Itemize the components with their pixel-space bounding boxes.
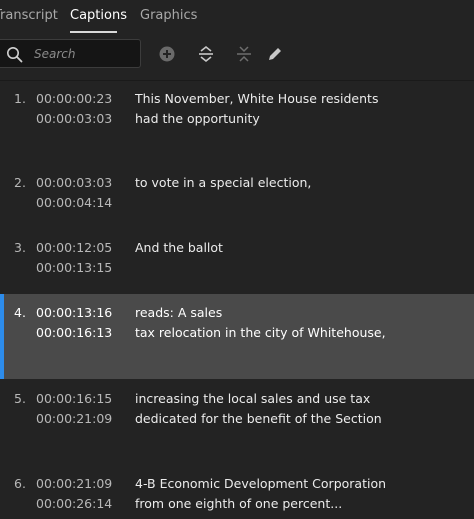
caption-row[interactable]: 2. 00:00:03:03 00:00:04:14 to vote in a … xyxy=(0,173,474,217)
merge-icon[interactable] xyxy=(234,44,254,64)
caption-number: 1. xyxy=(14,91,26,106)
caption-end-time: 00:00:26:14 xyxy=(36,496,113,511)
captions-toolbar xyxy=(0,34,474,81)
caption-end-time: 00:00:21:09 xyxy=(36,411,113,426)
split-icon[interactable] xyxy=(196,44,216,64)
caption-row[interactable]: 6. 00:00:21:09 00:00:26:14 4-B Economic … xyxy=(0,474,474,518)
captions-panel: Transcript Captions Graphics Search 1. 0… xyxy=(0,0,474,519)
add-icon[interactable] xyxy=(157,44,177,64)
caption-row[interactable]: 5. 00:00:16:15 00:00:21:09 increasing th… xyxy=(0,389,474,449)
caption-text-line: from one eighth of one percent... xyxy=(135,496,343,511)
caption-number: 2. xyxy=(14,175,26,190)
caption-start-time: 00:00:21:09 xyxy=(36,476,113,491)
caption-end-time: 00:00:04:14 xyxy=(36,195,113,210)
caption-start-time: 00:00:00:23 xyxy=(36,91,113,106)
caption-start-time: 00:00:12:05 xyxy=(36,240,113,255)
tab-graphics[interactable]: Graphics xyxy=(140,8,197,23)
caption-text-line: increasing the local sales and use tax xyxy=(135,391,371,406)
active-tab-indicator xyxy=(70,31,117,33)
search-icon xyxy=(7,47,23,63)
caption-number: 4. xyxy=(14,305,26,320)
caption-end-time: 00:00:13:15 xyxy=(36,260,113,275)
search-input[interactable] xyxy=(34,44,134,64)
caption-number: 3. xyxy=(14,240,26,255)
caption-text-line: 4-B Economic Development Corporation xyxy=(135,476,387,491)
caption-start-time: 00:00:16:15 xyxy=(36,391,113,406)
selection-indicator xyxy=(0,294,4,379)
caption-row[interactable]: 1. 00:00:00:23 00:00:03:03 This November… xyxy=(0,89,474,149)
search-box[interactable] xyxy=(0,39,141,68)
caption-start-time: 00:00:13:16 xyxy=(36,305,113,320)
caption-row[interactable]: 3. 00:00:12:05 00:00:13:15 And the ballo… xyxy=(0,238,474,282)
caption-row-selected[interactable]: 4. 00:00:13:16 00:00:16:13 reads: A sale… xyxy=(0,294,474,379)
caption-text-line: had the opportunity xyxy=(135,111,260,126)
panel-tabs: Transcript Captions Graphics xyxy=(0,0,474,34)
caption-text-line: tax relocation in the city of Whitehouse… xyxy=(135,325,386,340)
caption-text-line: reads: A sales xyxy=(135,305,223,320)
caption-text-line: to vote in a special election, xyxy=(135,175,312,190)
caption-start-time: 00:00:03:03 xyxy=(36,175,113,190)
tab-captions[interactable]: Captions xyxy=(70,8,127,23)
caption-number: 5. xyxy=(14,391,26,406)
caption-number: 6. xyxy=(14,476,26,491)
caption-text-line: And the ballot xyxy=(135,240,223,255)
caption-text-line: dedicated for the benefit of the Section xyxy=(135,411,382,426)
tab-transcript[interactable]: Transcript xyxy=(0,8,58,23)
edit-icon[interactable] xyxy=(265,44,285,64)
caption-end-time: 00:00:03:03 xyxy=(36,111,113,126)
caption-end-time: 00:00:16:13 xyxy=(36,325,113,340)
caption-text-line: This November, White House residents xyxy=(135,91,379,106)
